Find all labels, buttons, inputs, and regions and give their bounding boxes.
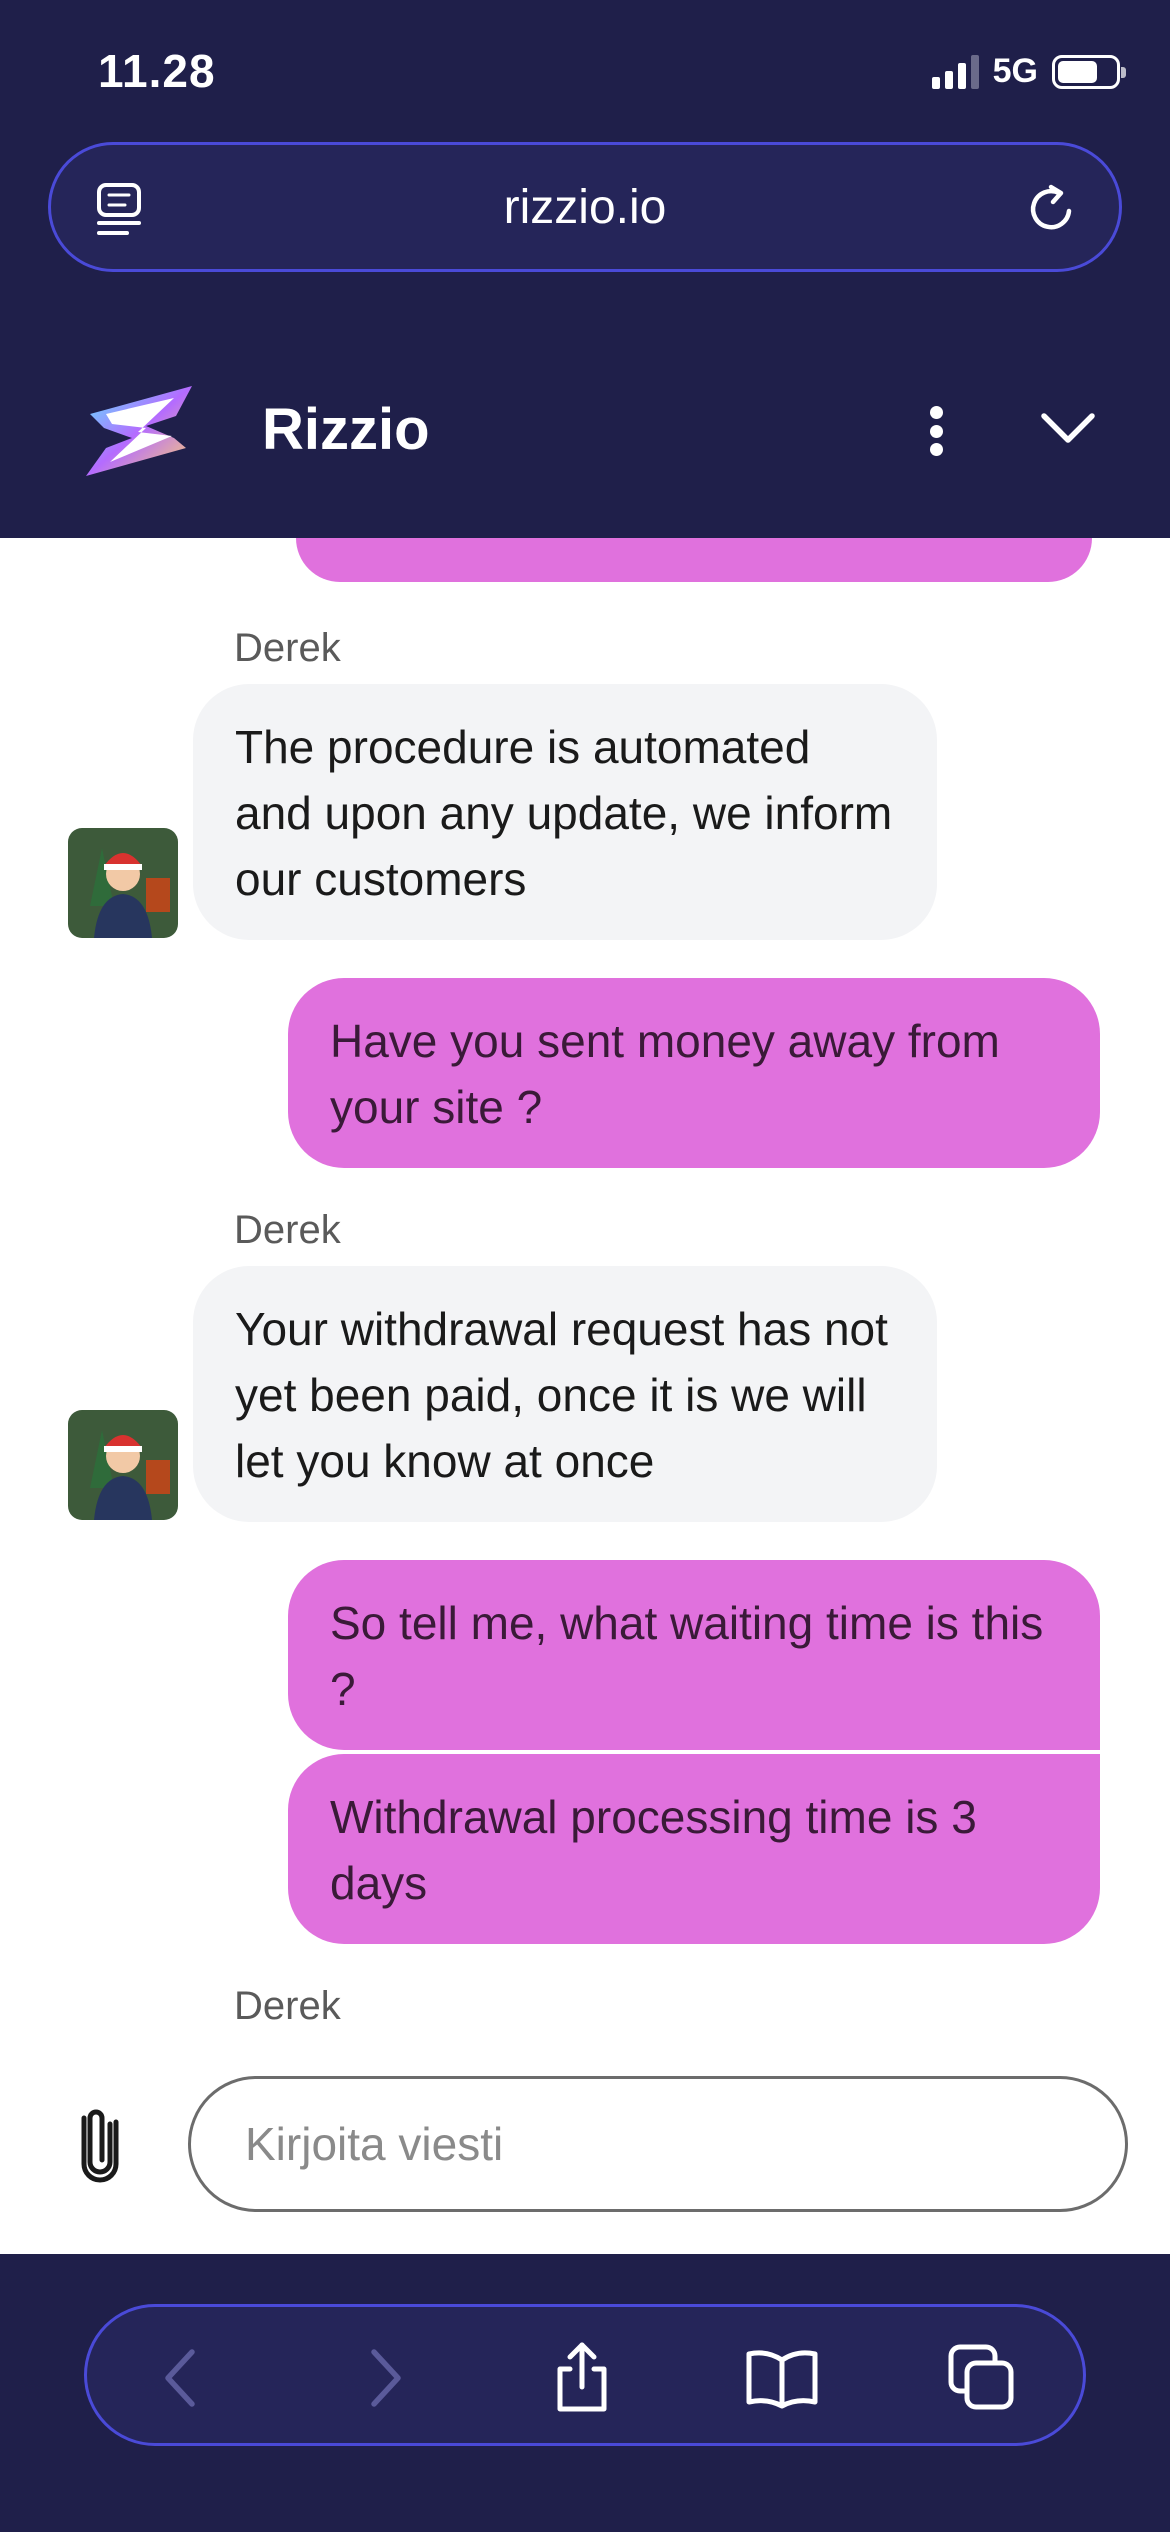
chat-title: Rizzio (262, 397, 430, 462)
url-text: rizzio.io (503, 180, 667, 234)
avatar (68, 828, 178, 938)
more-vertical-icon[interactable] (912, 400, 960, 462)
message-composer (0, 2020, 1170, 2254)
chevron-right-icon[interactable] (349, 2341, 423, 2415)
book-icon[interactable] (745, 2341, 819, 2415)
message-bubble-agent: The procedure is automated and upon any … (193, 684, 937, 940)
network-type: 5G (992, 52, 1038, 90)
message-bubble-agent: Your withdrawal request has not yet been… (193, 1266, 937, 1522)
message-sender: Derek (234, 1984, 341, 2020)
reload-icon[interactable] (1025, 181, 1081, 237)
chevron-left-icon[interactable] (143, 2341, 217, 2415)
rizzio-logo-icon (86, 386, 192, 476)
chat-messages[interactable]: Derek The procedure is automated and upo… (0, 538, 1170, 2020)
message-bubble-user: Withdrawal processing time is 3 days (288, 1754, 1100, 1944)
browser-toolbar (84, 2304, 1086, 2446)
message-bubble-user: So tell me, what waiting time is this ? (288, 1560, 1100, 1750)
message-sender: Derek (234, 626, 341, 670)
top-chrome: 11.28 5G rizzio.io Rizzio (0, 0, 1170, 538)
tabs-icon[interactable] (945, 2341, 1019, 2415)
paperclip-icon[interactable] (76, 2102, 124, 2184)
message-bubble-user: Have you sent money away from your site … (288, 978, 1100, 1168)
status-indicators: 5G (931, 52, 1126, 91)
browser-bottom-bar (0, 2254, 1170, 2532)
message-bubble-user-partial (296, 538, 1092, 582)
share-icon[interactable] (545, 2341, 619, 2415)
reader-icon[interactable] (95, 181, 147, 237)
status-time: 11.28 (98, 45, 216, 97)
cellular-signal-icon (931, 54, 979, 89)
address-bar[interactable]: rizzio.io (48, 142, 1122, 272)
chevron-down-icon[interactable] (1038, 406, 1098, 448)
avatar (68, 1410, 178, 1520)
message-sender: Derek (234, 1208, 341, 1252)
battery-icon (1052, 54, 1126, 89)
message-input[interactable] (188, 2076, 1128, 2212)
